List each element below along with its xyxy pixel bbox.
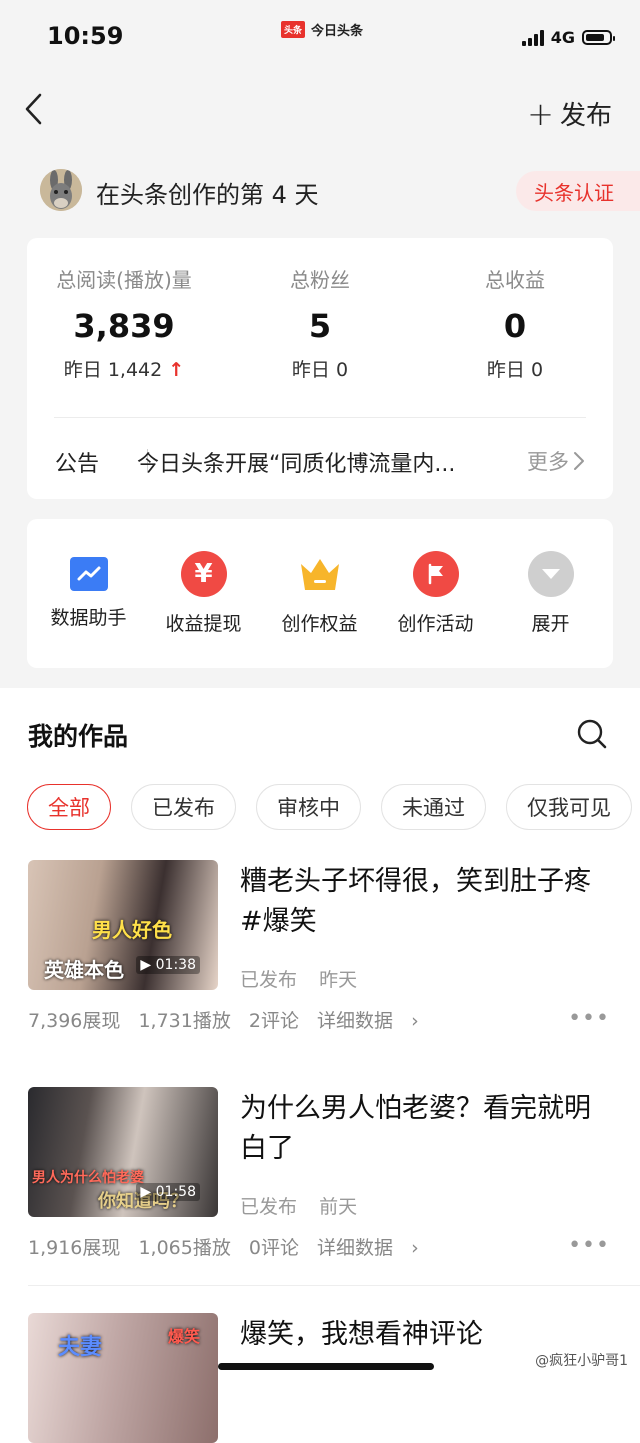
thumbnail-caption: 英雄本色 [44, 958, 124, 982]
tool-expand[interactable]: 展开 [493, 551, 608, 636]
more-options-icon[interactable]: ••• [568, 1233, 610, 1258]
filter-rejected[interactable]: 未通过 [381, 784, 486, 830]
work-meta: 已发布 前天 [240, 1192, 373, 1219]
video-duration: ▶ 01:38 [136, 956, 200, 974]
flag-icon [412, 551, 459, 597]
duration-value: 01:58 [155, 1184, 196, 1200]
divider [54, 417, 586, 418]
tool-creator-rights[interactable]: 创作权益 [262, 551, 377, 636]
works-section-title: 我的作品 [28, 722, 129, 751]
search-button[interactable] [576, 718, 608, 750]
work-status: 已发布 [240, 1196, 298, 1218]
signal-icon [521, 29, 544, 46]
notice-label: 公告 [55, 452, 100, 477]
app-name: 今日头条 [311, 24, 364, 39]
comments: 0评论 [248, 1237, 299, 1259]
notice-text[interactable]: 今日头条开展“同质化博流量内... [137, 446, 487, 478]
avatar[interactable] [40, 169, 82, 211]
filter-published[interactable]: 已发布 [131, 784, 236, 830]
stats-card: 总阅读(播放)量 3,839 昨日 1,442 ↑ 总粉丝 5 昨日 0 总收益… [27, 238, 613, 499]
chart-icon [69, 557, 108, 591]
work-title[interactable]: 糟老头子坏得很，笑到肚子疼#爆笑 [240, 862, 610, 942]
stat-total-income[interactable]: 总收益 0 昨日 0 [415, 264, 615, 382]
filter-tabs: 全部 已发布 审核中 未通过 仅我可见 [27, 784, 632, 834]
thumbnail-caption: 爆笑 [168, 1327, 201, 1346]
impressions: 7,396展现 [28, 1010, 121, 1032]
home-indicator[interactable] [218, 1363, 434, 1370]
thumbnail-caption: 男人好色 [92, 918, 172, 942]
video-thumbnail[interactable]: 夫妻 爆笑 [28, 1313, 218, 1443]
stat-label: 总阅读(播放)量 [56, 268, 192, 292]
tool-label: 展开 [531, 613, 570, 635]
stat-total-fans[interactable]: 总粉丝 5 昨日 0 [220, 264, 420, 382]
arrow-up-icon: ↑ [168, 359, 185, 381]
tools-card: 数据助手 ¥ 收益提现 创作权益 创作活动 展开 [27, 519, 613, 668]
stat-label: 总粉丝 [290, 268, 350, 292]
stat-total-reads[interactable]: 总阅读(播放)量 3,839 昨日 1,442 ↑ [24, 264, 224, 382]
network-type: 4G [550, 28, 575, 47]
watermark: @疯狂小驴哥1 [535, 1350, 628, 1370]
thumbnail-caption: 男人为什么怕老婆 [32, 1170, 144, 1186]
tool-creator-activities[interactable]: 创作活动 [378, 551, 493, 636]
creation-days-text: 在头条创作的第 4 天 [96, 181, 319, 209]
stat-yesterday-value: 昨日 1,442 [63, 359, 163, 381]
status-icons: 4G [521, 28, 615, 47]
expand-icon [527, 551, 574, 597]
divider [28, 1285, 640, 1286]
work-title[interactable]: 爆笑，我想看神评论 [240, 1315, 610, 1355]
work-time: 前天 [319, 1196, 358, 1218]
impressions: 1,916展现 [28, 1237, 121, 1259]
stat-value: 3,839 [73, 307, 175, 345]
work-stats: 7,396展现 1,731播放 2评论 详细数据 › [28, 1006, 431, 1033]
duration-value: 01:38 [155, 957, 196, 973]
stat-label: 总收益 [485, 268, 545, 292]
chevron-left-icon [25, 93, 42, 125]
publish-label: 发布 [559, 101, 612, 131]
status-app-indicator: 头条 今日头条 [281, 20, 363, 39]
tool-label: 数据助手 [50, 607, 127, 629]
video-thumbnail[interactable]: 男人为什么怕老婆 你知道吗？ ▶ 01:58 [28, 1087, 218, 1217]
battery-icon [582, 30, 615, 45]
chevron-right-icon [574, 452, 584, 470]
app-logo: 头条 [281, 21, 306, 38]
plays: 1,731播放 [138, 1010, 231, 1032]
work-stats: 1,916展现 1,065播放 0评论 详细数据 › [28, 1233, 431, 1260]
work-meta: 已发布 昨天 [240, 965, 373, 992]
comments: 2评论 [248, 1010, 299, 1032]
donkey-avatar-icon [40, 169, 82, 211]
tool-label: 创作权益 [281, 613, 358, 635]
publish-button[interactable]: + 发布 [527, 95, 612, 132]
tool-label: 收益提现 [165, 613, 242, 635]
plays: 1,065播放 [138, 1237, 231, 1259]
work-status: 已发布 [240, 969, 298, 991]
detail-data-link[interactable]: 详细数据 › [317, 1010, 419, 1032]
crown-icon [297, 551, 343, 597]
video-duration: ▶ 01:58 [136, 1183, 200, 1201]
stat-value: 0 [503, 307, 527, 345]
tool-income-withdraw[interactable]: ¥ 收益提现 [146, 551, 261, 636]
detail-data-link[interactable]: 详细数据 › [317, 1237, 419, 1259]
stat-value: 5 [308, 307, 332, 345]
work-title[interactable]: 为什么男人怕老婆？看完就明白了 [240, 1089, 610, 1169]
stat-yesterday: 昨日 0 [291, 359, 349, 381]
filter-private[interactable]: 仅我可见 [506, 784, 632, 830]
stat-yesterday: 昨日 0 [486, 359, 544, 381]
filter-under-review[interactable]: 审核中 [256, 784, 361, 830]
thumbnail-caption: 夫妻 [58, 1335, 103, 1360]
tool-label: 创作活动 [397, 613, 474, 635]
search-icon [577, 719, 607, 749]
tool-data-assistant[interactable]: 数据助手 [31, 551, 146, 630]
video-thumbnail[interactable]: 男人好色 英雄本色 ▶ 01:38 [28, 860, 218, 990]
filter-all[interactable]: 全部 [27, 784, 111, 830]
yuan-icon: ¥ [180, 551, 227, 597]
plus-icon: + [527, 94, 554, 133]
back-button[interactable] [22, 92, 46, 126]
notice-more-label: 更多 [527, 450, 569, 474]
more-options-icon[interactable]: ••• [568, 1006, 610, 1031]
verification-badge[interactable]: 头条认证 [516, 171, 640, 211]
notice-more-link[interactable]: 更多 [527, 446, 585, 476]
stat-yesterday: 昨日 1,442 ↑ [24, 355, 224, 382]
work-time: 昨天 [319, 969, 358, 991]
status-time: 10:59 [47, 22, 124, 50]
